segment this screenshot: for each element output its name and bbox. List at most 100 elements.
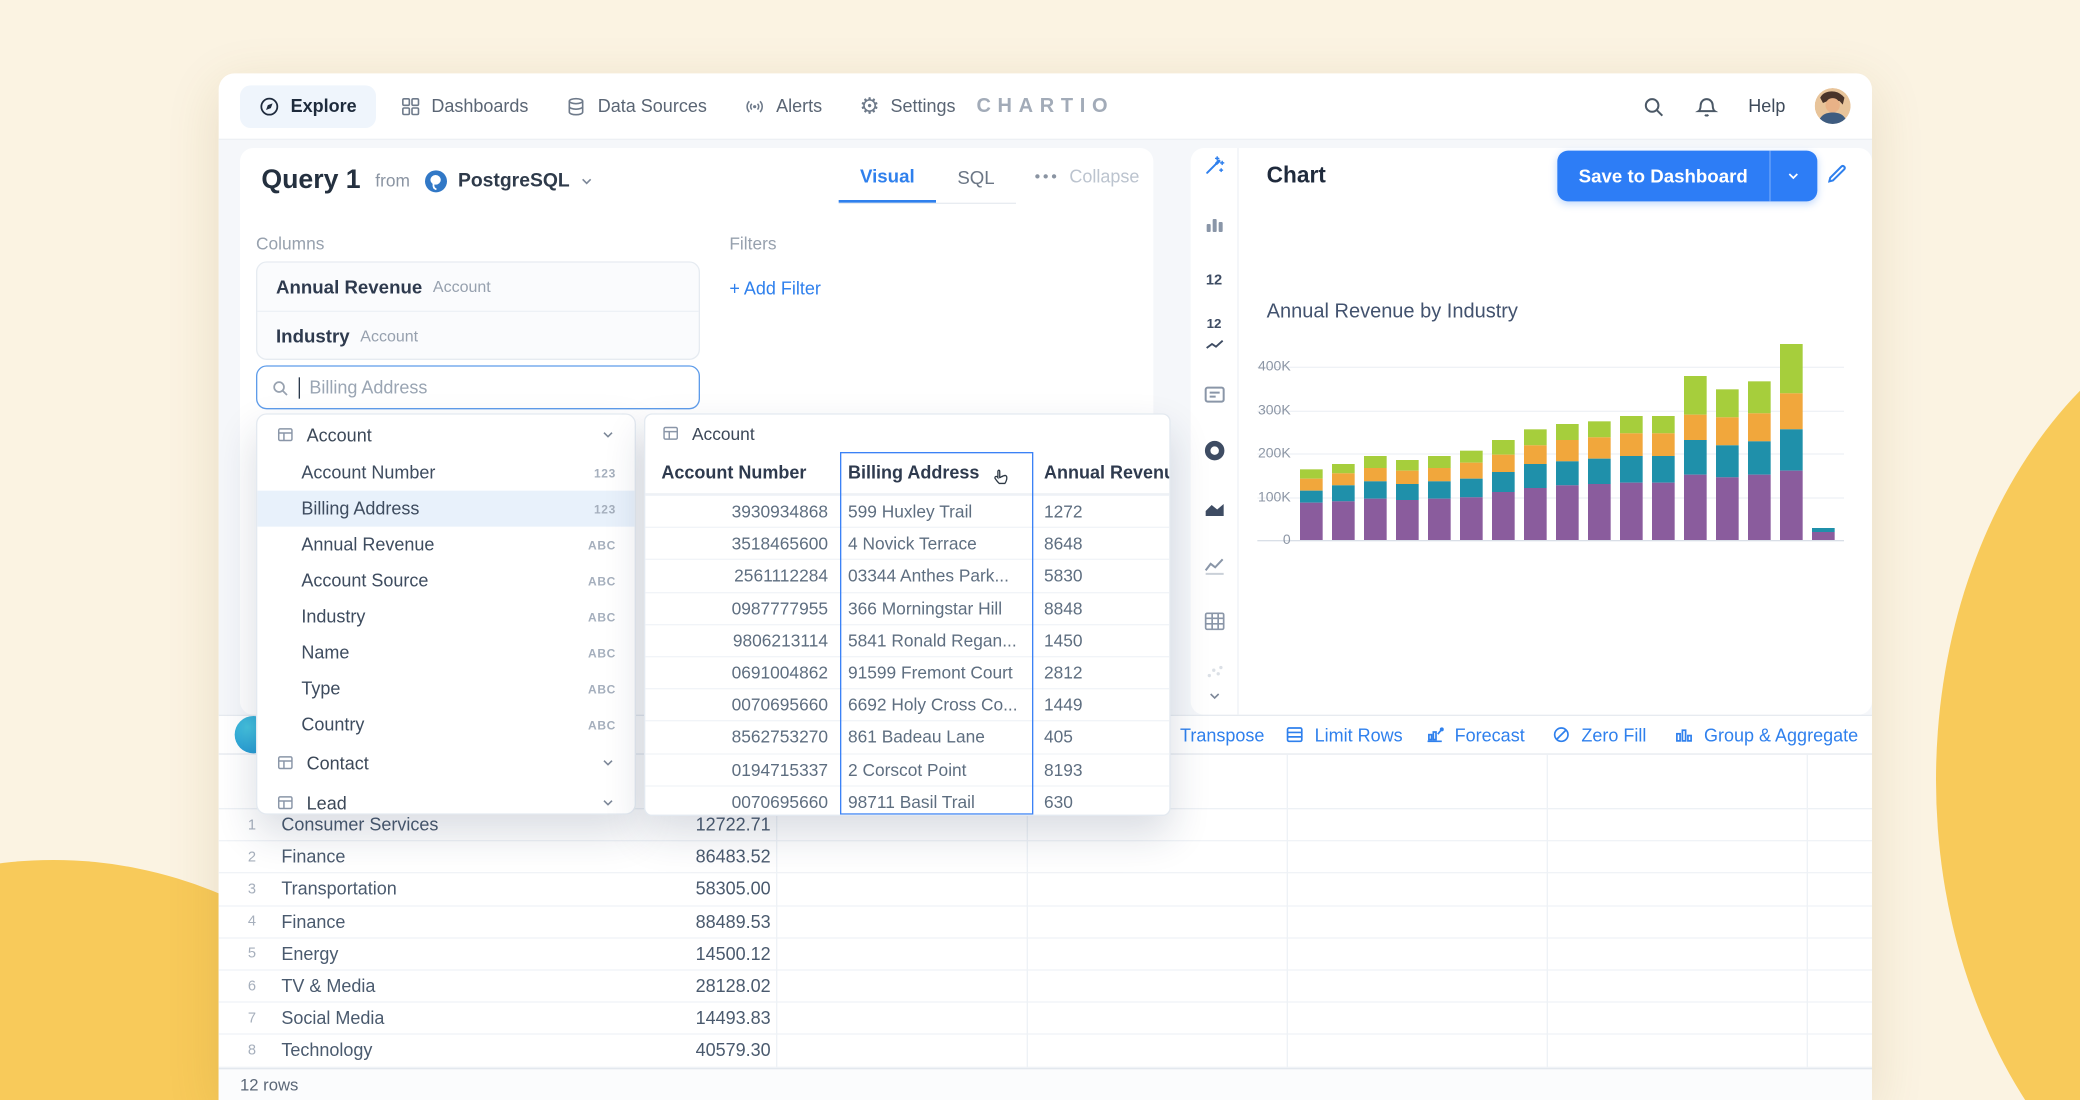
stacked-bar-16[interactable] bbox=[1779, 344, 1803, 540]
segment-top-green bbox=[1779, 344, 1803, 393]
stacked-bar-10[interactable] bbox=[1587, 421, 1611, 540]
stacked-bar-13[interactable] bbox=[1683, 376, 1707, 540]
segment-teal bbox=[1299, 490, 1323, 504]
nav-dashboards[interactable]: Dashboards bbox=[399, 95, 528, 116]
field-option-name[interactable]: Name ABC bbox=[257, 635, 634, 671]
nav-settings[interactable]: ⚙ Settings bbox=[860, 95, 956, 118]
field-option-type[interactable]: Type ABC bbox=[257, 671, 634, 707]
limit-rows-button[interactable]: Limit Rows bbox=[1284, 716, 1403, 753]
group-lead[interactable]: Lead bbox=[257, 783, 634, 814]
field-preview-panel: Account Account Number Billing Address A… bbox=[643, 413, 1171, 816]
segment-bottom-purple bbox=[1651, 482, 1675, 540]
preview-row: 0691004862 91599 Fremont Court 2812 bbox=[645, 655, 1170, 688]
preview-col-account-number[interactable]: Account Number bbox=[645, 463, 840, 483]
group-aggregate-button[interactable]: Group & Aggregate bbox=[1673, 716, 1858, 753]
segment-teal bbox=[1587, 458, 1611, 485]
segment-top-green bbox=[1331, 464, 1355, 474]
preview-cell: 1450 bbox=[1043, 630, 1083, 651]
field-type-badge: 123 bbox=[593, 501, 616, 516]
forecast-button[interactable]: Forecast bbox=[1424, 716, 1525, 753]
column-table: Account bbox=[360, 325, 419, 345]
stacked-bar-2[interactable] bbox=[1331, 464, 1355, 540]
nav-data-sources[interactable]: Data Sources bbox=[566, 95, 707, 116]
preview-cell: 0194715337 bbox=[731, 759, 828, 780]
segment-bottom-purple bbox=[1779, 470, 1803, 540]
preview-source: Account bbox=[645, 415, 1169, 452]
stacked-bar-9[interactable] bbox=[1555, 423, 1579, 540]
segment-top-green bbox=[1491, 439, 1515, 455]
preview-column-headers: Account Number Billing Address Annual Re… bbox=[645, 452, 1170, 495]
row-number: 8 bbox=[247, 1042, 256, 1059]
tab-sql[interactable]: SQL bbox=[936, 151, 1016, 203]
stacked-bar-4[interactable] bbox=[1395, 459, 1419, 540]
group-account-label: Account bbox=[306, 424, 372, 445]
stacked-bar-7[interactable] bbox=[1491, 439, 1515, 540]
stacked-bar-1[interactable] bbox=[1299, 469, 1323, 540]
preview-source-label: Account bbox=[691, 423, 755, 444]
preview-cell: 91599 Fremont Court bbox=[847, 662, 1013, 683]
bell-icon[interactable] bbox=[1695, 94, 1719, 118]
column-name: Industry bbox=[275, 324, 350, 346]
stacked-bar-17[interactable] bbox=[1811, 527, 1835, 540]
field-option-country[interactable]: Country ABC bbox=[257, 707, 634, 743]
industry-cell: Social Media bbox=[281, 1008, 385, 1029]
preview-cell: 8562753270 bbox=[731, 727, 828, 748]
field-option-industry[interactable]: Industry ABC bbox=[257, 599, 634, 635]
segment-top-green bbox=[1715, 389, 1739, 418]
avatar[interactable] bbox=[1814, 87, 1851, 124]
preview-cell: 5830 bbox=[1043, 565, 1083, 586]
nav-explore[interactable]: Explore bbox=[239, 84, 376, 128]
group-contact[interactable]: Contact bbox=[257, 743, 634, 783]
preview-cell: 2 Corscot Point bbox=[847, 759, 967, 780]
field-option-account-source[interactable]: Account Source ABC bbox=[257, 563, 634, 599]
segment-teal bbox=[1779, 429, 1803, 471]
selected-column-annual-revenue[interactable]: Annual Revenue Account bbox=[257, 263, 698, 311]
selected-column-industry[interactable]: Industry Account bbox=[257, 310, 699, 359]
stacked-bar-15[interactable] bbox=[1747, 381, 1771, 540]
tab-visual[interactable]: Visual bbox=[838, 151, 936, 203]
segment-teal bbox=[1459, 478, 1483, 497]
field-type-badge: ABC bbox=[587, 573, 616, 588]
broadcast-icon bbox=[744, 95, 765, 116]
segment-teal bbox=[1491, 471, 1515, 493]
segment-orange bbox=[1363, 467, 1387, 482]
field-option-account-number[interactable]: Account Number 123 bbox=[257, 455, 634, 491]
preview-col-annual-revenue[interactable]: Annual Revenue bbox=[1033, 463, 1169, 483]
annual-revenue-cell: 28128.02 bbox=[695, 976, 771, 997]
stacked-bar-8[interactable] bbox=[1523, 429, 1547, 540]
row-number: 3 bbox=[247, 881, 256, 898]
group-account[interactable]: Account bbox=[257, 415, 634, 455]
preview-row: 2561112284 03344 Anthes Park... 5830 bbox=[645, 559, 1170, 591]
preview-cell: 0987777955 bbox=[731, 598, 828, 619]
stacked-bar-5[interactable] bbox=[1427, 455, 1451, 540]
navbar-right: Help bbox=[1642, 87, 1851, 124]
row-number: 2 bbox=[247, 849, 256, 866]
stacked-bar-11[interactable] bbox=[1619, 416, 1643, 540]
zero-fill-button[interactable]: Zero Fill bbox=[1551, 716, 1646, 753]
column-search-input[interactable]: Billing Address bbox=[255, 365, 700, 410]
chartio-logo: CHARTIO bbox=[976, 94, 1115, 118]
y-axis-tick-label: 0 bbox=[1282, 531, 1291, 548]
collapse-button[interactable]: Collapse bbox=[1069, 167, 1139, 187]
add-filter-button[interactable]: + Add Filter bbox=[729, 279, 821, 299]
search-icon[interactable] bbox=[1642, 94, 1666, 118]
segment-orange bbox=[1491, 454, 1515, 472]
segment-bottom-purple bbox=[1715, 477, 1739, 540]
field-option-annual-revenue[interactable]: Annual Revenue ABC bbox=[257, 527, 634, 563]
more-options-button[interactable]: ••• bbox=[1035, 167, 1060, 186]
field-option-billing-address[interactable]: Billing Address 123 bbox=[257, 490, 635, 527]
datasource-selector[interactable]: PostgreSQL bbox=[425, 169, 595, 193]
table-row: 3 Transportation 58305.00 bbox=[218, 874, 1872, 907]
preview-cell: 630 bbox=[1043, 791, 1073, 812]
preview-cell: 98711 Basil Trail bbox=[847, 791, 975, 812]
industry-cell: Consumer Services bbox=[281, 814, 439, 835]
stacked-bar-3[interactable] bbox=[1363, 455, 1387, 540]
stacked-bar-12[interactable] bbox=[1651, 416, 1675, 540]
segment-top-green bbox=[1363, 455, 1387, 468]
help-link[interactable]: Help bbox=[1748, 96, 1785, 116]
nav-alerts[interactable]: Alerts bbox=[744, 95, 822, 116]
stacked-bar-6[interactable] bbox=[1459, 450, 1483, 540]
segment-orange bbox=[1395, 470, 1419, 484]
stacked-bar-14[interactable] bbox=[1715, 389, 1739, 540]
annual-revenue-cell: 58305.00 bbox=[695, 879, 771, 900]
